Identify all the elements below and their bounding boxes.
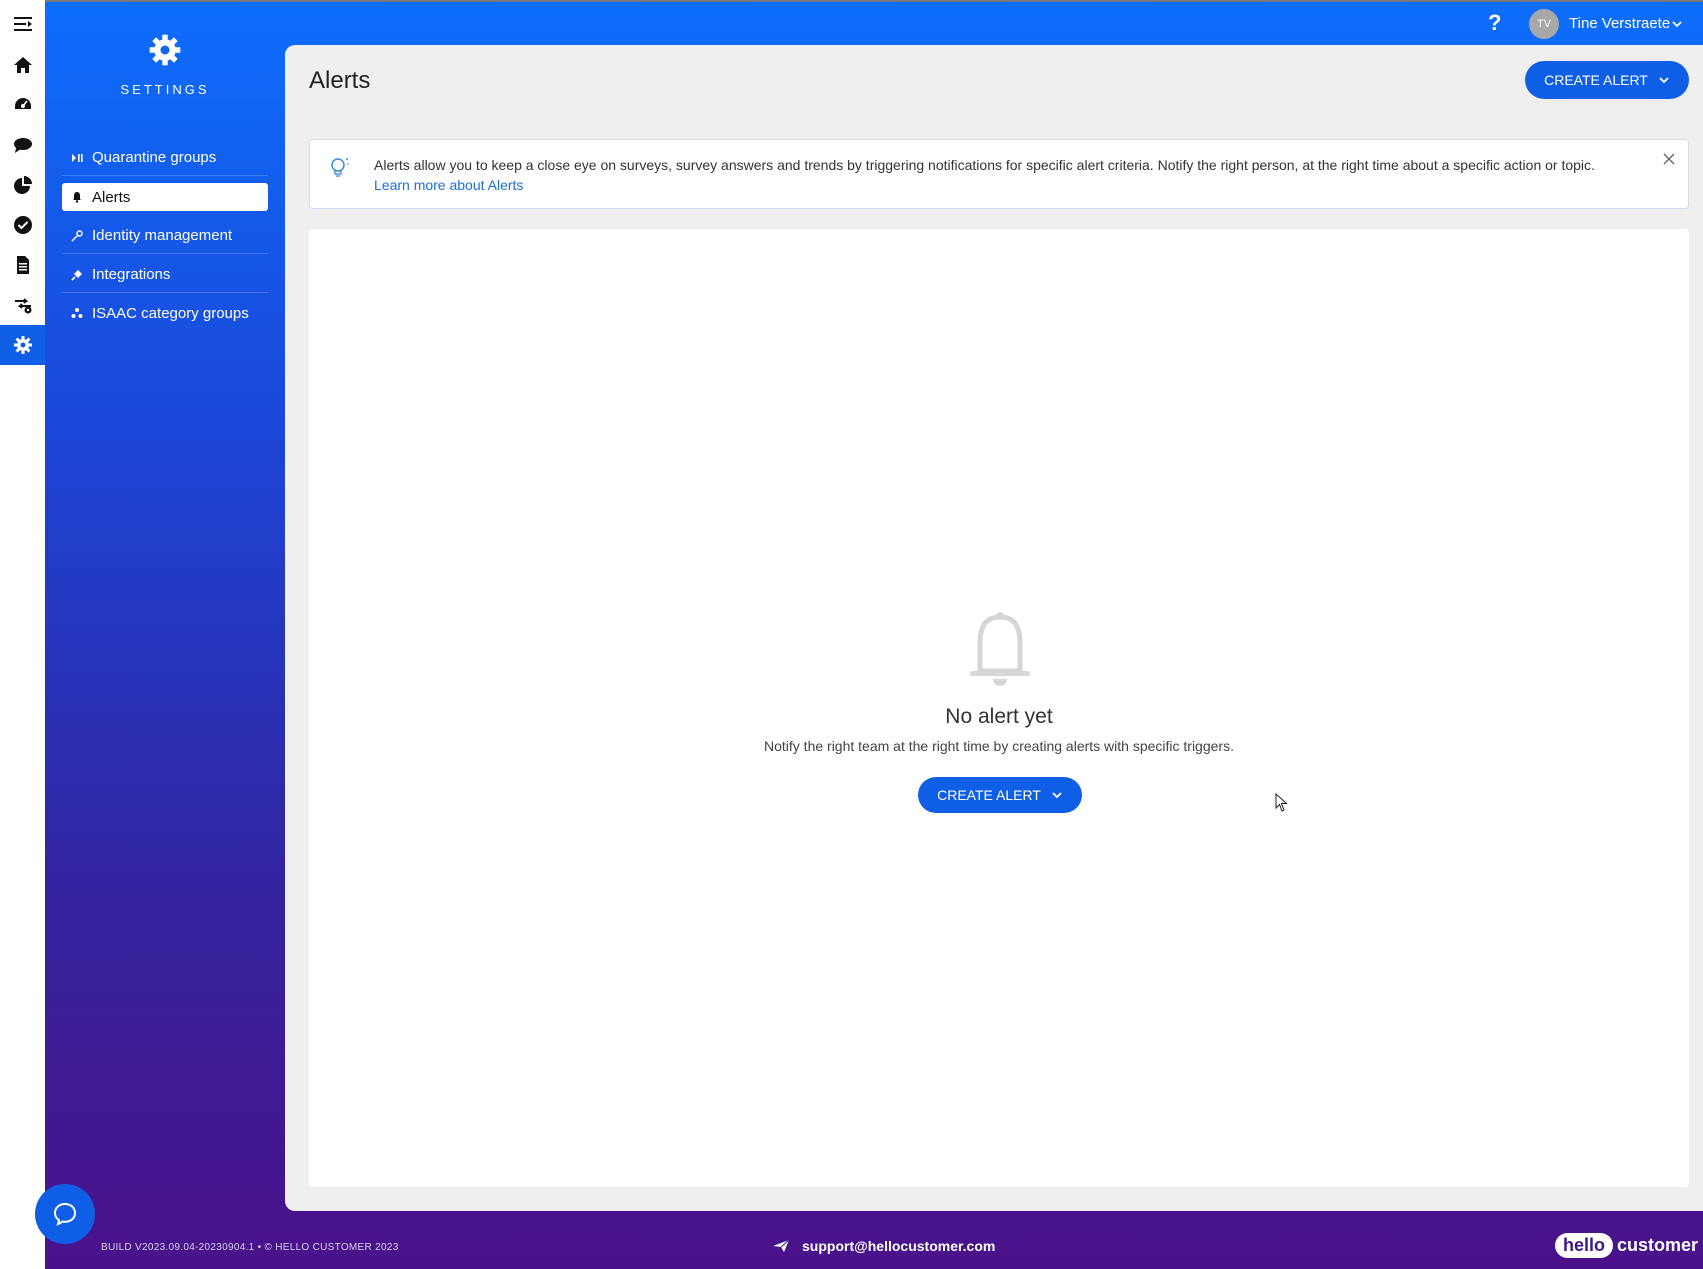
alerts-empty-state-card: No alert yet Notify the right team at th…	[309, 229, 1689, 1187]
logo-hello: hello	[1555, 1233, 1614, 1258]
group-icon	[70, 306, 84, 320]
sidebar-item-label: Quarantine groups	[92, 149, 217, 166]
conversations-icon[interactable]	[0, 125, 45, 165]
learn-more-link[interactable]: Learn more about Alerts	[374, 177, 523, 193]
sidebar-item-label: Integrations	[92, 266, 171, 283]
chevron-down-icon	[1052, 792, 1062, 799]
paper-plane-icon	[773, 1239, 790, 1252]
chat-support-button[interactable]	[35, 1184, 95, 1244]
chevron-down-icon[interactable]	[1672, 16, 1682, 34]
tasks-check-icon[interactable]	[0, 205, 45, 245]
menu-toggle-icon[interactable]	[0, 4, 45, 44]
sidebar-item-isaac-category-groups[interactable]: ISAAC category groups	[62, 295, 268, 331]
documents-icon[interactable]	[0, 245, 45, 285]
pause-play-icon	[70, 151, 84, 165]
plug-icon	[70, 268, 84, 282]
user-name[interactable]: Tine Verstraete	[1569, 15, 1670, 32]
info-banner-text: Alerts allow you to keep a close eye on …	[374, 155, 1654, 195]
create-alert-center-button[interactable]: CREATE ALERT	[918, 777, 1082, 813]
bell-outline-icon	[970, 612, 1030, 686]
dashboard-icon[interactable]	[0, 85, 45, 125]
empty-state-title: No alert yet	[945, 705, 1053, 728]
sidebar-item-integrations[interactable]: Integrations	[62, 257, 268, 293]
support-email-link[interactable]: support@hellocustomer.com	[772, 1238, 995, 1254]
icon-rail	[0, 0, 45, 1269]
hello-customer-logo: hello customer	[1555, 1233, 1698, 1258]
sidebar-item-label: ISAAC category groups	[92, 304, 249, 322]
main-panel: Alerts CREATE ALERT Alerts allow you to …	[285, 45, 1703, 1211]
key-icon	[70, 229, 84, 243]
help-button[interactable]: ?	[1488, 10, 1501, 36]
sidebar-item-label: Identity management	[92, 227, 233, 244]
avatar[interactable]: TV	[1529, 9, 1559, 39]
chat-bubble-icon	[53, 1202, 77, 1226]
sidebar-item-identity-management[interactable]: Identity management	[62, 218, 268, 254]
build-info: BUILD V2023.09.04-20230904.1 • © HELLO C…	[101, 1242, 399, 1253]
close-icon[interactable]	[1662, 152, 1676, 166]
chevron-down-icon	[1659, 77, 1669, 84]
create-alert-label: CREATE ALERT	[1544, 72, 1648, 88]
home-icon[interactable]	[0, 45, 45, 85]
reports-pie-icon[interactable]	[0, 165, 45, 205]
create-alert-button[interactable]: CREATE ALERT	[1525, 61, 1689, 99]
mouse-cursor-icon	[1275, 793, 1288, 812]
window-top-border	[0, 0, 1703, 2]
lightbulb-icon	[331, 158, 349, 177]
settings-large-gear-icon	[149, 34, 181, 66]
settings-header: SETTINGS	[45, 32, 285, 97]
info-banner: Alerts allow you to keep a close eye on …	[309, 139, 1689, 209]
sidebar-item-quarantine-groups[interactable]: Quarantine groups	[62, 140, 268, 176]
page-title: Alerts	[309, 67, 371, 94]
logo-customer: customer	[1617, 1235, 1699, 1255]
support-email: support@hellocustomer.com	[802, 1238, 996, 1254]
bell-icon	[70, 190, 84, 204]
create-alert-label: CREATE ALERT	[937, 787, 1041, 803]
sidebar-item-label: Alerts	[92, 188, 131, 206]
workflow-gear-icon[interactable]	[0, 285, 45, 325]
info-banner-message: Alerts allow you to keep a close eye on …	[374, 157, 1595, 173]
settings-gear-icon[interactable]	[0, 325, 45, 365]
sidebar-item-alerts[interactable]: Alerts	[62, 183, 268, 211]
empty-state-subtitle: Notify the right team at the right time …	[764, 738, 1234, 754]
settings-title: SETTINGS	[120, 82, 210, 97]
